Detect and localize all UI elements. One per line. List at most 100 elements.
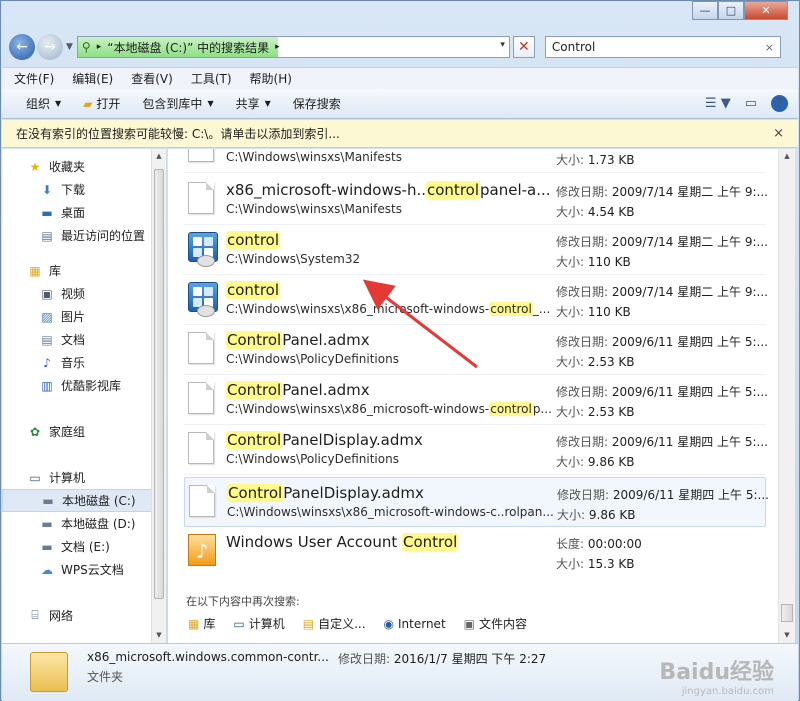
- result-duration: 长度: 00:00:00: [556, 537, 642, 551]
- address-bar[interactable]: ⚲ ▸ “本地磁盘 (C:)” 中的搜索结果 ▸ ▾: [76, 36, 510, 58]
- result-modified: 修改日期: 2009/7/14 星期二 上午 9:...: [556, 235, 768, 249]
- search-box[interactable]: Control ×: [544, 36, 781, 58]
- result-name: ControlPanelDisplay.admx: [227, 484, 424, 502]
- save-search-button[interactable]: 保存搜索: [293, 95, 341, 112]
- scroll-up-icon[interactable]: ▲: [152, 149, 166, 164]
- result-row-selected[interactable]: ControlPanelDisplay.admx C:\Windows\wins…: [184, 477, 769, 527]
- result-modified: 修改日期: 2009/7/14 星期二 上午 9:...: [556, 185, 768, 199]
- cloud-icon: ☁: [41, 562, 53, 577]
- info-bar-text: 在没有索引的位置搜索可能较慢: C:\。请单击以添加到索引...: [16, 127, 340, 141]
- search-again-custom[interactable]: ▤ 自定义...: [303, 615, 366, 632]
- result-path: C:\Windows\PolicyDefinitions: [226, 452, 399, 466]
- nav-label: 收藏夹: [49, 160, 86, 174]
- scroll-thumb[interactable]: [781, 604, 793, 622]
- organize-button[interactable]: 组织 ▼: [26, 95, 61, 112]
- navigation-pane: ★ 收藏夹 ⬇ 下载 ▬ 桌面 ▤ 最近访问的位置 ▦ 库 ▣ 视频 ▨ 图片 ▤ 文档 ♪ 音乐…: [2, 149, 167, 643]
- homegroup-icon: ✿: [29, 424, 41, 439]
- view-options-icon[interactable]: ☰ ▼: [705, 96, 731, 111]
- menu-view[interactable]: 查看(V): [131, 70, 173, 87]
- nav-label: 网络: [49, 609, 74, 623]
- nav-network[interactable]: ⌸ 网络: [2, 604, 166, 627]
- nav-label: 桌面: [61, 206, 86, 220]
- stop-search-button[interactable]: ✕: [512, 36, 535, 58]
- result-row[interactable]: ControlPanelDisplay.admx C:\Windows\Poli…: [184, 425, 768, 475]
- nav-label: 计算机: [49, 471, 86, 485]
- scroll-thumb[interactable]: [154, 169, 164, 599]
- search-again-computer[interactable]: ▭ 计算机: [233, 615, 284, 632]
- nav-label: 文档: [61, 333, 86, 347]
- details-pane: x86_microsoft.windows.common-contr... 修改…: [2, 643, 798, 701]
- nav-libraries[interactable]: ▦ 库: [2, 259, 166, 282]
- doc-icon: [189, 485, 219, 519]
- computer-icon: ▭: [29, 470, 41, 485]
- result-row[interactable]: ♪ Windows User Account Control 长度: 00:00…: [184, 527, 766, 577]
- nav-videos[interactable]: ▣ 视频: [2, 282, 166, 305]
- result-modified: 修改日期: 2009/6/11 星期四 上午 5:...: [557, 488, 769, 502]
- menu-file[interactable]: 文件(F): [14, 70, 54, 87]
- minimize-button[interactable]: —: [692, 1, 718, 20]
- nav-downloads[interactable]: ⬇ 下载: [2, 178, 166, 201]
- address-row: ← → ▼ ⚲ ▸ “本地磁盘 (C:)” 中的搜索结果 ▸ ▾ ✕ Contr…: [9, 34, 791, 60]
- preview-pane-icon[interactable]: ▭: [745, 96, 757, 111]
- nav-label: 最近访问的位置: [61, 229, 146, 243]
- nav-favorites[interactable]: ★ 收藏夹: [2, 155, 166, 178]
- nav-label: 优酷影视库: [61, 379, 122, 393]
- include-in-library-button[interactable]: 包含到库中 ▼: [142, 95, 213, 112]
- close-button[interactable]: ✕: [744, 1, 788, 20]
- details-name: x86_microsoft.windows.common-contr...: [87, 650, 329, 664]
- nav-drive-c[interactable]: ▬ 本地磁盘 (C:): [2, 489, 166, 512]
- nav-computer[interactable]: ▭ 计算机: [2, 466, 166, 489]
- help-icon[interactable]: ?: [771, 95, 788, 112]
- nav-label: 文档 (E:): [61, 540, 110, 554]
- index-info-bar[interactable]: 在没有索引的位置搜索可能较慢: C:\。请单击以添加到索引... ×: [2, 120, 798, 148]
- breadcrumb-arrow-icon[interactable]: ▸: [275, 42, 280, 52]
- breadcrumb-search-results[interactable]: “本地磁盘 (C:)” 中的搜索结果: [107, 39, 269, 56]
- baidu-watermark: Baidu经验 jingyan.baidu.com: [659, 654, 774, 697]
- include-label: 包含到库中: [142, 97, 203, 111]
- nav-youku-library[interactable]: ▥ 优酷影视库: [2, 374, 166, 397]
- history-dropdown-icon[interactable]: ▼: [66, 42, 73, 52]
- breadcrumb-arrow-icon[interactable]: ▸: [97, 42, 102, 52]
- maximize-button[interactable]: □: [718, 1, 744, 20]
- nav-music[interactable]: ♪ 音乐: [2, 351, 166, 374]
- clear-search-icon[interactable]: ×: [765, 41, 774, 54]
- nav-recent-places[interactable]: ▤ 最近访问的位置: [2, 224, 166, 247]
- pictures-icon: ▨: [41, 309, 53, 324]
- back-button[interactable]: ←: [9, 34, 35, 60]
- nav-label: 库: [49, 264, 62, 278]
- search-again-label: 在以下内容中再次搜索:: [186, 595, 300, 608]
- forward-button[interactable]: →: [37, 34, 63, 60]
- search-again-internet[interactable]: ◉ Internet: [384, 615, 446, 632]
- address-dropdown-icon[interactable]: ▾: [500, 40, 505, 50]
- nav-pictures[interactable]: ▨ 图片: [2, 305, 166, 328]
- nav-label: WPS云文档: [61, 563, 124, 577]
- search-input[interactable]: Control: [552, 40, 595, 54]
- nav-drive-d[interactable]: ▬ 本地磁盘 (D:): [2, 512, 166, 535]
- open-button[interactable]: ▰ 打开: [83, 95, 120, 112]
- result-name: ControlPanelDisplay.admx: [226, 431, 423, 449]
- nav-scrollbar[interactable]: ▲ ▼: [151, 149, 166, 643]
- scroll-up-icon[interactable]: ▲: [779, 149, 795, 164]
- nav-label: 图片: [61, 310, 86, 324]
- share-label: 共享: [235, 97, 260, 111]
- search-again-file-contents[interactable]: ▣ 文件内容: [464, 615, 527, 632]
- details-modified: 修改日期: 2016/1/7 星期四 下午 2:27: [338, 652, 547, 666]
- chevron-down-icon: ▼: [264, 99, 271, 108]
- scroll-down-icon[interactable]: ▼: [152, 628, 166, 643]
- nav-documents[interactable]: ▤ 文档: [2, 328, 166, 351]
- menu-help[interactable]: 帮助(H): [250, 70, 292, 87]
- share-button[interactable]: 共享 ▼: [236, 95, 271, 112]
- info-bar-close-icon[interactable]: ×: [773, 126, 784, 141]
- search-again-libraries[interactable]: ▦ 库: [188, 615, 215, 632]
- results-scrollbar[interactable]: ▲ ▼: [778, 149, 795, 643]
- search-again-links: ▦ 库 ▭ 计算机 ▤ 自定义... ◉ Internet ▣ 文件内容: [188, 615, 545, 632]
- menu-edit[interactable]: 编辑(E): [72, 70, 113, 87]
- scroll-down-icon[interactable]: ▼: [779, 628, 795, 643]
- window-controls: — □ ✕: [692, 1, 788, 21]
- nav-wps-cloud[interactable]: ☁ WPS云文档: [2, 558, 166, 581]
- nav-desktop[interactable]: ▬ 桌面: [2, 201, 166, 224]
- result-name: Windows User Account Control: [226, 533, 459, 551]
- menu-tools[interactable]: 工具(T): [191, 70, 232, 87]
- nav-drive-e[interactable]: ▬ 文档 (E:): [2, 535, 166, 558]
- nav-homegroup[interactable]: ✿ 家庭组: [2, 420, 166, 443]
